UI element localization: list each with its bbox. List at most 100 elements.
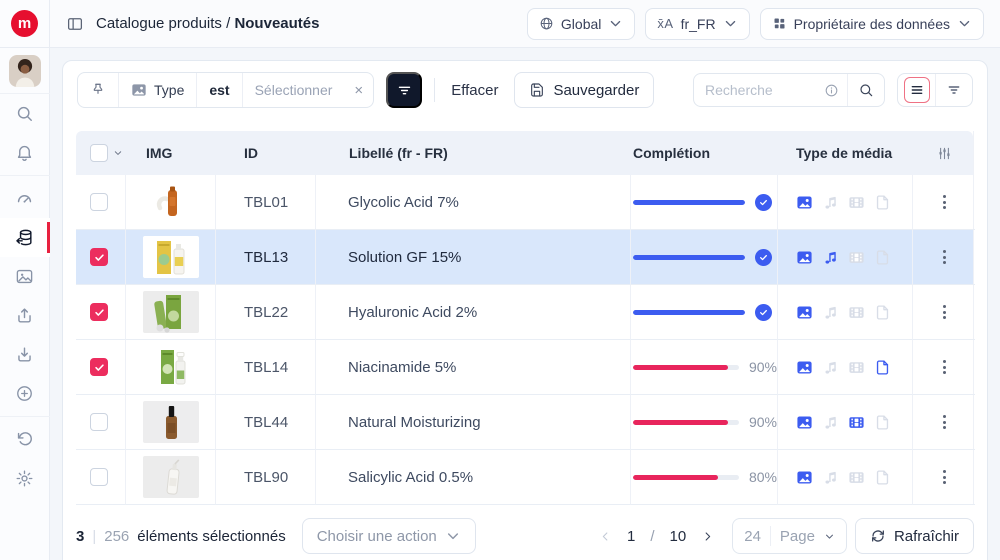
media-image-icon	[796, 469, 813, 486]
sidebar-item-create[interactable]	[0, 374, 50, 413]
refresh-button[interactable]: Rafraîchir	[855, 518, 974, 554]
pin-filter-button[interactable]	[78, 73, 118, 107]
remove-filter-button[interactable]: ×	[344, 82, 373, 99]
catalog-icon	[15, 228, 34, 247]
table-row[interactable]: TBL44 Natural Moisturizing 90%	[76, 395, 973, 450]
owner-dropdown[interactable]: Propriétaire des données	[760, 8, 984, 40]
export-icon	[15, 306, 34, 325]
media-types-cell	[778, 285, 913, 340]
row-menu-button[interactable]	[937, 354, 952, 380]
refresh-icon	[870, 528, 886, 544]
sidebar-item-settings[interactable]	[0, 459, 50, 498]
media-video-icon	[848, 249, 865, 266]
table-row[interactable]: TBL90 Salicylic Acid 0.5% 80%	[76, 450, 973, 505]
panel-toggle-button[interactable]	[66, 15, 84, 33]
breadcrumb-current: Nouveautés	[234, 15, 319, 32]
chevron-left-icon	[599, 530, 612, 543]
save-view-label: Sauvegarder	[553, 82, 639, 99]
filter-value[interactable]: Sélectionner	[242, 73, 345, 107]
add-filter-button[interactable]	[386, 72, 422, 108]
select-menu-caret-icon[interactable]	[113, 148, 123, 158]
row-checkbox[interactable]	[90, 193, 108, 211]
user-avatar[interactable]	[0, 48, 50, 94]
media-image-icon	[796, 414, 813, 431]
table-row[interactable]: TBL01 Glycolic Acid 7%	[76, 175, 973, 230]
sidebar-item-history[interactable]	[0, 420, 50, 459]
filter-operator[interactable]: est	[196, 73, 241, 107]
row-menu-button[interactable]	[937, 244, 952, 270]
row-menu-button[interactable]	[937, 299, 952, 325]
clear-filters-button[interactable]: Effacer	[447, 82, 502, 99]
product-label: Niacinamide 5%	[316, 340, 631, 395]
select-all-checkbox[interactable]	[90, 144, 108, 162]
grid-panel: Type est Sélectionner × Effacer Sauvegar…	[62, 60, 988, 560]
previous-page-button[interactable]	[599, 530, 612, 543]
filter-chip: Type est Sélectionner ×	[77, 72, 374, 108]
next-page-button[interactable]	[701, 530, 714, 543]
save-view-button[interactable]: Sauvegarder	[514, 72, 654, 108]
completion-bar	[633, 475, 739, 480]
product-id: TBL01	[216, 175, 316, 230]
list-view-toggle[interactable]	[898, 74, 935, 106]
sidebar-item-notifications[interactable]	[0, 133, 50, 172]
search-input[interactable]	[694, 82, 824, 98]
product-label: Salicylic Acid 0.5%	[316, 450, 631, 505]
table-row[interactable]: TBL22 Hyaluronic Acid 2%	[76, 285, 973, 340]
media-document-icon	[874, 414, 891, 431]
search-button[interactable]	[847, 74, 884, 106]
chevron-down-icon	[608, 16, 623, 31]
row-checkbox[interactable]	[90, 358, 108, 376]
app-logo[interactable]: m	[0, 0, 50, 48]
bulk-action-dropdown[interactable]: Choisir une action	[302, 518, 476, 554]
divider	[770, 526, 771, 546]
locale-label: fr_FR	[681, 16, 716, 32]
gear-icon	[15, 469, 34, 488]
row-checkbox[interactable]	[90, 303, 108, 321]
row-menu-button[interactable]	[937, 189, 952, 215]
column-header-img[interactable]: IMG	[126, 145, 216, 161]
completion-cell: 90%	[631, 395, 778, 450]
pin-icon	[90, 82, 106, 98]
sidebar-divider	[0, 175, 50, 176]
row-menu-button[interactable]	[937, 464, 952, 490]
filter-view-toggle[interactable]	[935, 74, 972, 106]
page-size-dropdown[interactable]: 24 Page	[732, 518, 847, 554]
product-id: TBL44	[216, 395, 316, 450]
row-checkbox[interactable]	[90, 413, 108, 431]
completion-percent: 80%	[749, 469, 777, 485]
table-row[interactable]: TBL14 Niacinamide 5% 90%	[76, 340, 973, 395]
row-menu-button[interactable]	[937, 409, 952, 435]
sidebar-item-catalog[interactable]	[0, 218, 50, 257]
sidebar-item-export[interactable]	[0, 296, 50, 335]
sidebar-item-dashboard[interactable]	[0, 179, 50, 218]
bulk-action-placeholder: Choisir une action	[317, 528, 437, 545]
media-image-icon	[796, 249, 813, 266]
media-types-cell	[778, 230, 913, 285]
completion-bar	[633, 420, 739, 425]
sidebar-item-search[interactable]	[0, 94, 50, 133]
filter-value-placeholder: Sélectionner	[255, 82, 333, 98]
row-checkbox[interactable]	[90, 248, 108, 266]
photo-icon	[15, 267, 34, 286]
funnel-icon	[396, 82, 413, 99]
sidebar-item-import[interactable]	[0, 335, 50, 374]
table-row[interactable]: TBL13 Solution GF 15%	[76, 230, 973, 285]
topbar: Catalogue produits / Nouveautés Global x…	[50, 0, 1000, 48]
scope-dropdown[interactable]: Global	[527, 8, 635, 40]
product-id: TBL14	[216, 340, 316, 395]
media-image-icon	[796, 194, 813, 211]
filter-attribute[interactable]: Type	[118, 73, 196, 107]
row-checkbox[interactable]	[90, 468, 108, 486]
completion-cell	[631, 285, 778, 340]
save-icon	[529, 82, 545, 98]
sidebar-item-media[interactable]	[0, 257, 50, 296]
column-settings-button[interactable]	[913, 145, 975, 162]
completion-cell: 90%	[631, 340, 778, 395]
column-header-id[interactable]: ID	[216, 145, 316, 161]
filter-bar: Type est Sélectionner × Effacer Sauvegar…	[63, 61, 987, 119]
locale-dropdown[interactable]: x̄A fr_FR	[645, 8, 749, 40]
column-header-label[interactable]: Libellé (fr - FR)	[316, 145, 631, 161]
column-header-completion[interactable]: Complétion	[631, 145, 778, 161]
product-thumbnail	[143, 401, 199, 443]
column-header-media[interactable]: Type de média	[778, 145, 913, 161]
